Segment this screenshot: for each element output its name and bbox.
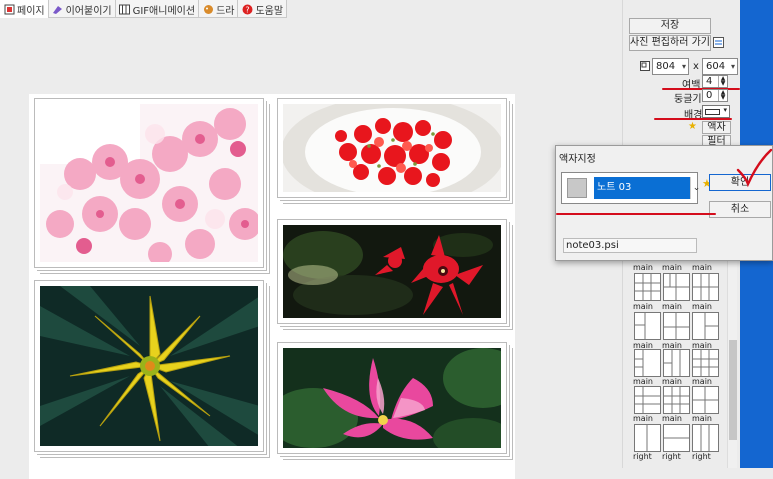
collage-page (29, 94, 515, 479)
edit-photo-button[interactable]: 사진 편집하러 가기 (629, 35, 711, 51)
chevron-down-icon[interactable]: ⌄ (690, 177, 702, 199)
chevron-down-icon: ▾ (730, 62, 735, 71)
layout-thumb[interactable] (692, 386, 719, 414)
width-select[interactable]: 804 ▾ (652, 58, 689, 75)
color-swatch (705, 109, 720, 115)
frame-selected-value: 노트 03 (594, 177, 690, 199)
attach-icon (52, 3, 64, 15)
photo-pink-lotus (283, 348, 501, 448)
layout-thumb[interactable] (634, 273, 661, 301)
chevron-down-icon: ▾ (723, 106, 727, 114)
annotation-underline (654, 118, 732, 120)
photo-red-flower (283, 225, 501, 318)
frame-button[interactable]: 액자 (702, 121, 731, 134)
list-view-icon[interactable] (713, 37, 724, 51)
chevron-down-icon: ▾ (681, 62, 686, 71)
thumb-label: right (662, 452, 681, 461)
layout-thumb[interactable] (634, 349, 661, 377)
layout-thumb[interactable] (663, 424, 690, 452)
tab-page-label: 페이지 (17, 5, 45, 17)
photo-red-petals (283, 104, 501, 192)
layout-thumb[interactable] (634, 386, 661, 414)
height-select[interactable]: 604 ▾ (702, 58, 738, 75)
times-sign: x (693, 61, 699, 72)
thumb-label: main (633, 263, 653, 272)
thumb-label: main (692, 263, 712, 272)
check-annotation-icon (736, 148, 773, 188)
background-color-picker[interactable]: ▾ (702, 105, 730, 118)
save-button[interactable]: 저장 (629, 18, 711, 34)
tab-gif[interactable]: GIF애니메이션 (116, 0, 200, 18)
thumb-label: main (692, 377, 712, 386)
gif-icon (119, 3, 131, 15)
layout-thumb[interactable] (663, 273, 690, 301)
brush-icon (202, 3, 214, 15)
tab-brush-label: 드라 (216, 5, 235, 17)
margin-value: 4 (706, 76, 713, 87)
tab-brush[interactable]: 드라 (199, 0, 239, 18)
thumb-label: main (633, 414, 653, 423)
round-spinner[interactable]: 0 ▲ ▼ (702, 89, 728, 102)
tab-bar: 페이지 이어붙이기 GIF애니메이션 드라 ? 도움말 (0, 0, 288, 18)
photo-yellow-flower (40, 286, 258, 446)
dialog-title: 액자지정 (559, 154, 596, 165)
height-value: 604 (706, 61, 726, 72)
layout-thumb[interactable] (663, 386, 690, 414)
thumb-label: main (633, 302, 653, 311)
spin-down-icon[interactable]: ▼ (718, 81, 727, 87)
photo-frame-pink-lotus[interactable] (277, 342, 507, 454)
photo-cherry-blossom (40, 104, 258, 262)
margin-spinner[interactable]: 4 ▲ ▼ (702, 75, 728, 88)
tab-page[interactable]: 페이지 (0, 0, 49, 18)
frame-preview-swatch (567, 178, 587, 198)
scrollbar-thumb[interactable] (729, 340, 737, 440)
layout-thumb[interactable] (634, 424, 661, 452)
photo-frame-red-petals[interactable] (277, 98, 507, 198)
annotation-underline (556, 213, 716, 215)
cancel-button[interactable]: 취소 (709, 201, 771, 218)
svg-text:?: ? (245, 5, 249, 14)
tab-help-label: 도움말 (255, 5, 284, 17)
thumb-label: right (692, 452, 711, 461)
thumb-label: main (662, 377, 682, 386)
canvas-size-icon (640, 61, 650, 74)
thumb-label: main (662, 263, 682, 272)
round-label: 둥글기 (674, 94, 702, 105)
star-icon: ★ (688, 121, 697, 132)
help-icon: ? (241, 3, 253, 15)
layout-thumb[interactable] (692, 349, 719, 377)
tab-attach[interactable]: 이어붙이기 (49, 0, 116, 18)
layout-thumb[interactable] (692, 273, 719, 301)
width-value: 804 (656, 61, 676, 72)
thumb-label: main (633, 377, 653, 386)
page-icon (3, 3, 15, 15)
layout-thumb[interactable] (692, 312, 719, 340)
layout-thumb[interactable] (663, 312, 690, 340)
filename-field: note03.psi (563, 238, 697, 253)
photo-frame-red-flower[interactable] (277, 219, 507, 324)
spin-down-icon[interactable]: ▼ (718, 95, 727, 101)
round-value: 0 (706, 90, 713, 101)
layout-thumb[interactable] (634, 312, 661, 340)
frame-select[interactable]: 노트 03 ⌄ (561, 172, 700, 204)
photo-frame-cherry-blossom[interactable] (34, 98, 264, 268)
layout-thumb[interactable] (692, 424, 719, 452)
tab-help[interactable]: ? 도움말 (238, 0, 288, 18)
thumb-label: main (662, 302, 682, 311)
thumb-label: main (692, 414, 712, 423)
thumb-label: right (633, 452, 652, 461)
layout-thumb[interactable] (663, 349, 690, 377)
photo-frame-yellow-flower[interactable] (34, 280, 264, 452)
thumb-label: main (692, 302, 712, 311)
tab-gif-label: GIF애니메이션 (132, 5, 196, 17)
tab-attach-label: 이어붙이기 (65, 5, 112, 17)
thumb-label: main (662, 414, 682, 423)
